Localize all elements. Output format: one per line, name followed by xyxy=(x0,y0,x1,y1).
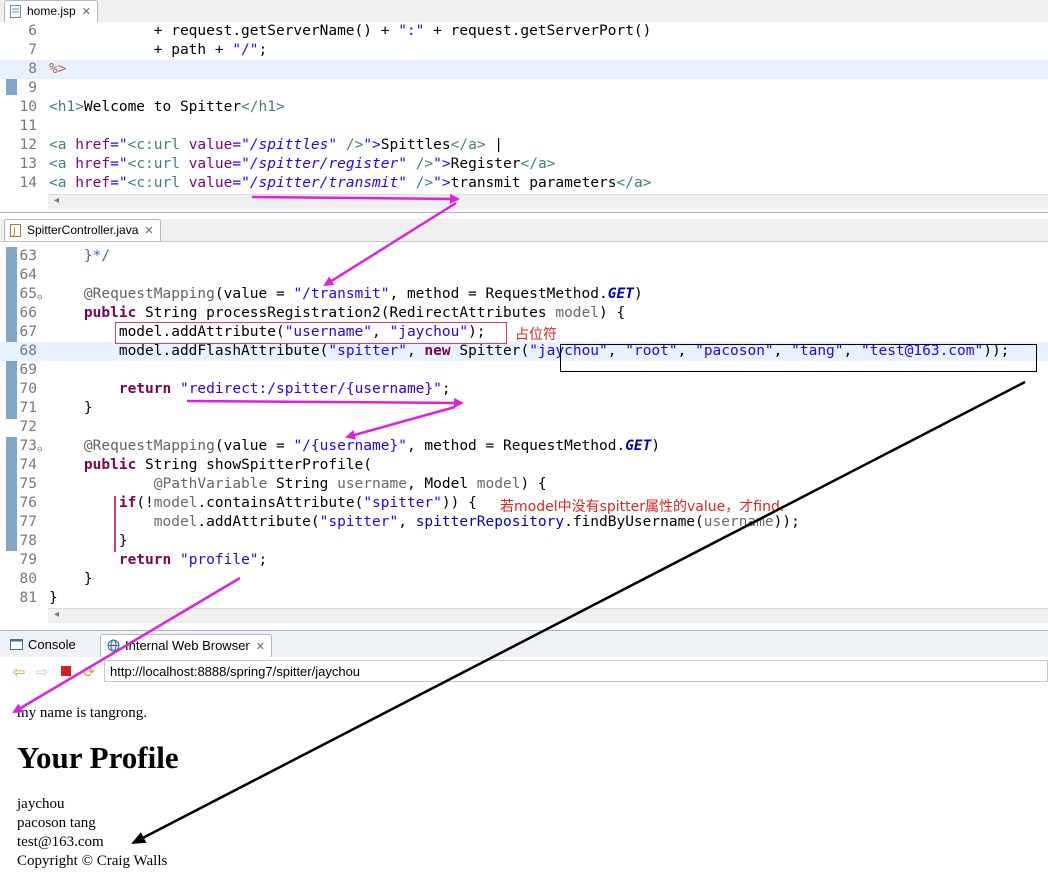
code-line: 66 public String processRegistration2(Re… xyxy=(19,305,626,321)
code-line: 8 %> xyxy=(0,60,1048,79)
jsp-file-icon xyxy=(10,5,21,18)
tab-spitter-controller[interactable]: J SpitterController.java ✕ xyxy=(4,219,161,241)
tab-internal-web-browser[interactable]: Internal Web Browser ✕ xyxy=(100,634,272,657)
find-note: 若model中没有spitter属性的value，才find. xyxy=(500,499,785,515)
greeting-text: my name is tangrong. xyxy=(17,705,147,721)
url-input[interactable]: http://localhost:8888/spring7/spitter/ja… xyxy=(104,660,1048,682)
placeholder-highlight-box xyxy=(115,322,507,344)
code-line: 10 <h1>Welcome to Spitter</h1> xyxy=(19,99,285,115)
tab-label: home.jsp xyxy=(27,4,76,18)
tab-label: Internal Web Browser xyxy=(125,638,250,653)
console-icon xyxy=(10,639,23,650)
bottom-view-tabs: Console Internal Web Browser ✕ xyxy=(0,630,1048,658)
code-line: 13 <a href="<c:url value="/spitter/regist… xyxy=(19,156,556,172)
code-line: 72 xyxy=(19,419,37,435)
svg-text:J: J xyxy=(12,227,16,237)
code-line: 9 xyxy=(28,80,37,96)
code-line: 14 <a href="<c:url value="/spitter/transm… xyxy=(19,175,652,191)
divider xyxy=(0,212,1048,213)
home-jsp-tabbar: home.jsp ✕ xyxy=(0,0,1048,23)
close-icon[interactable]: ✕ xyxy=(256,641,265,653)
if-block-marker xyxy=(114,496,116,552)
profile-heading: Your Profile xyxy=(17,740,179,775)
constructor-args-box xyxy=(560,344,1037,372)
code-line: 80 } xyxy=(19,571,93,587)
code-line: 79 return "profile"; xyxy=(19,552,268,568)
profile-email: test@163.com xyxy=(17,834,104,850)
globe-icon xyxy=(107,639,120,652)
code-line: 71 } xyxy=(19,400,93,416)
code-line: 73 ⊖ @RequestMapping(value = "/{username}… xyxy=(0,437,1048,456)
code-line: 64 xyxy=(19,267,37,283)
code-line: 6 + request.getServerName() + ":" + requ… xyxy=(28,23,652,39)
tab-label: Console xyxy=(28,637,76,652)
placeholder-note: 占位符 xyxy=(515,327,557,343)
close-icon[interactable]: ✕ xyxy=(82,6,91,18)
tab-home-jsp[interactable]: home.jsp ✕ xyxy=(4,0,98,22)
browser-content: my name is tangrong. Your Profile jaycho… xyxy=(0,688,1048,875)
horizontal-scrollbar[interactable]: ◂ xyxy=(48,194,1048,209)
profile-username: jaychou xyxy=(17,796,65,812)
tab-label: SpitterController.java xyxy=(27,223,139,237)
code-line: 12 <a href="<c:url value="/spittles" />">… xyxy=(19,137,504,153)
controller-tabbar: J SpitterController.java ✕ xyxy=(0,219,1048,242)
arrow-right-icon[interactable]: ⇨ xyxy=(33,663,51,681)
java-file-icon: J xyxy=(10,224,21,237)
refresh-icon[interactable]: ⟳ xyxy=(80,663,98,681)
code-line: 75 @PathVariable String username, Model … xyxy=(19,476,547,492)
tab-console[interactable]: Console xyxy=(4,634,82,656)
java-editor[interactable]: 63 }*/ 64 65 ⊖ @RequestMapping(value = "/… xyxy=(0,247,1048,609)
horizontal-scrollbar[interactable]: ◂ xyxy=(48,608,1048,623)
code-line: 70 return "redirect:/spitter/{username}"… xyxy=(19,381,451,397)
code-line: 81} xyxy=(19,590,58,606)
code-line: 74 public String showSpitterProfile( xyxy=(19,457,373,473)
stop-icon[interactable] xyxy=(57,663,75,681)
code-line: 78 } xyxy=(19,533,128,549)
home-jsp-editor[interactable]: 6 + request.getServerName() + ":" + requ… xyxy=(0,22,1048,194)
arrow-left-icon[interactable]: ⇦ xyxy=(10,663,28,681)
code-line: 65 ⊖ @RequestMapping(value = "/transmit",… xyxy=(0,285,1048,304)
copyright-text: Copyright © Craig Walls xyxy=(17,853,168,869)
code-line: 11 xyxy=(19,118,37,134)
code-line: 7 + path + "/"; xyxy=(28,42,268,58)
code-line: 63 }*/ xyxy=(19,248,111,264)
profile-name: pacoson tang xyxy=(17,815,96,831)
close-icon[interactable]: ✕ xyxy=(144,225,153,237)
